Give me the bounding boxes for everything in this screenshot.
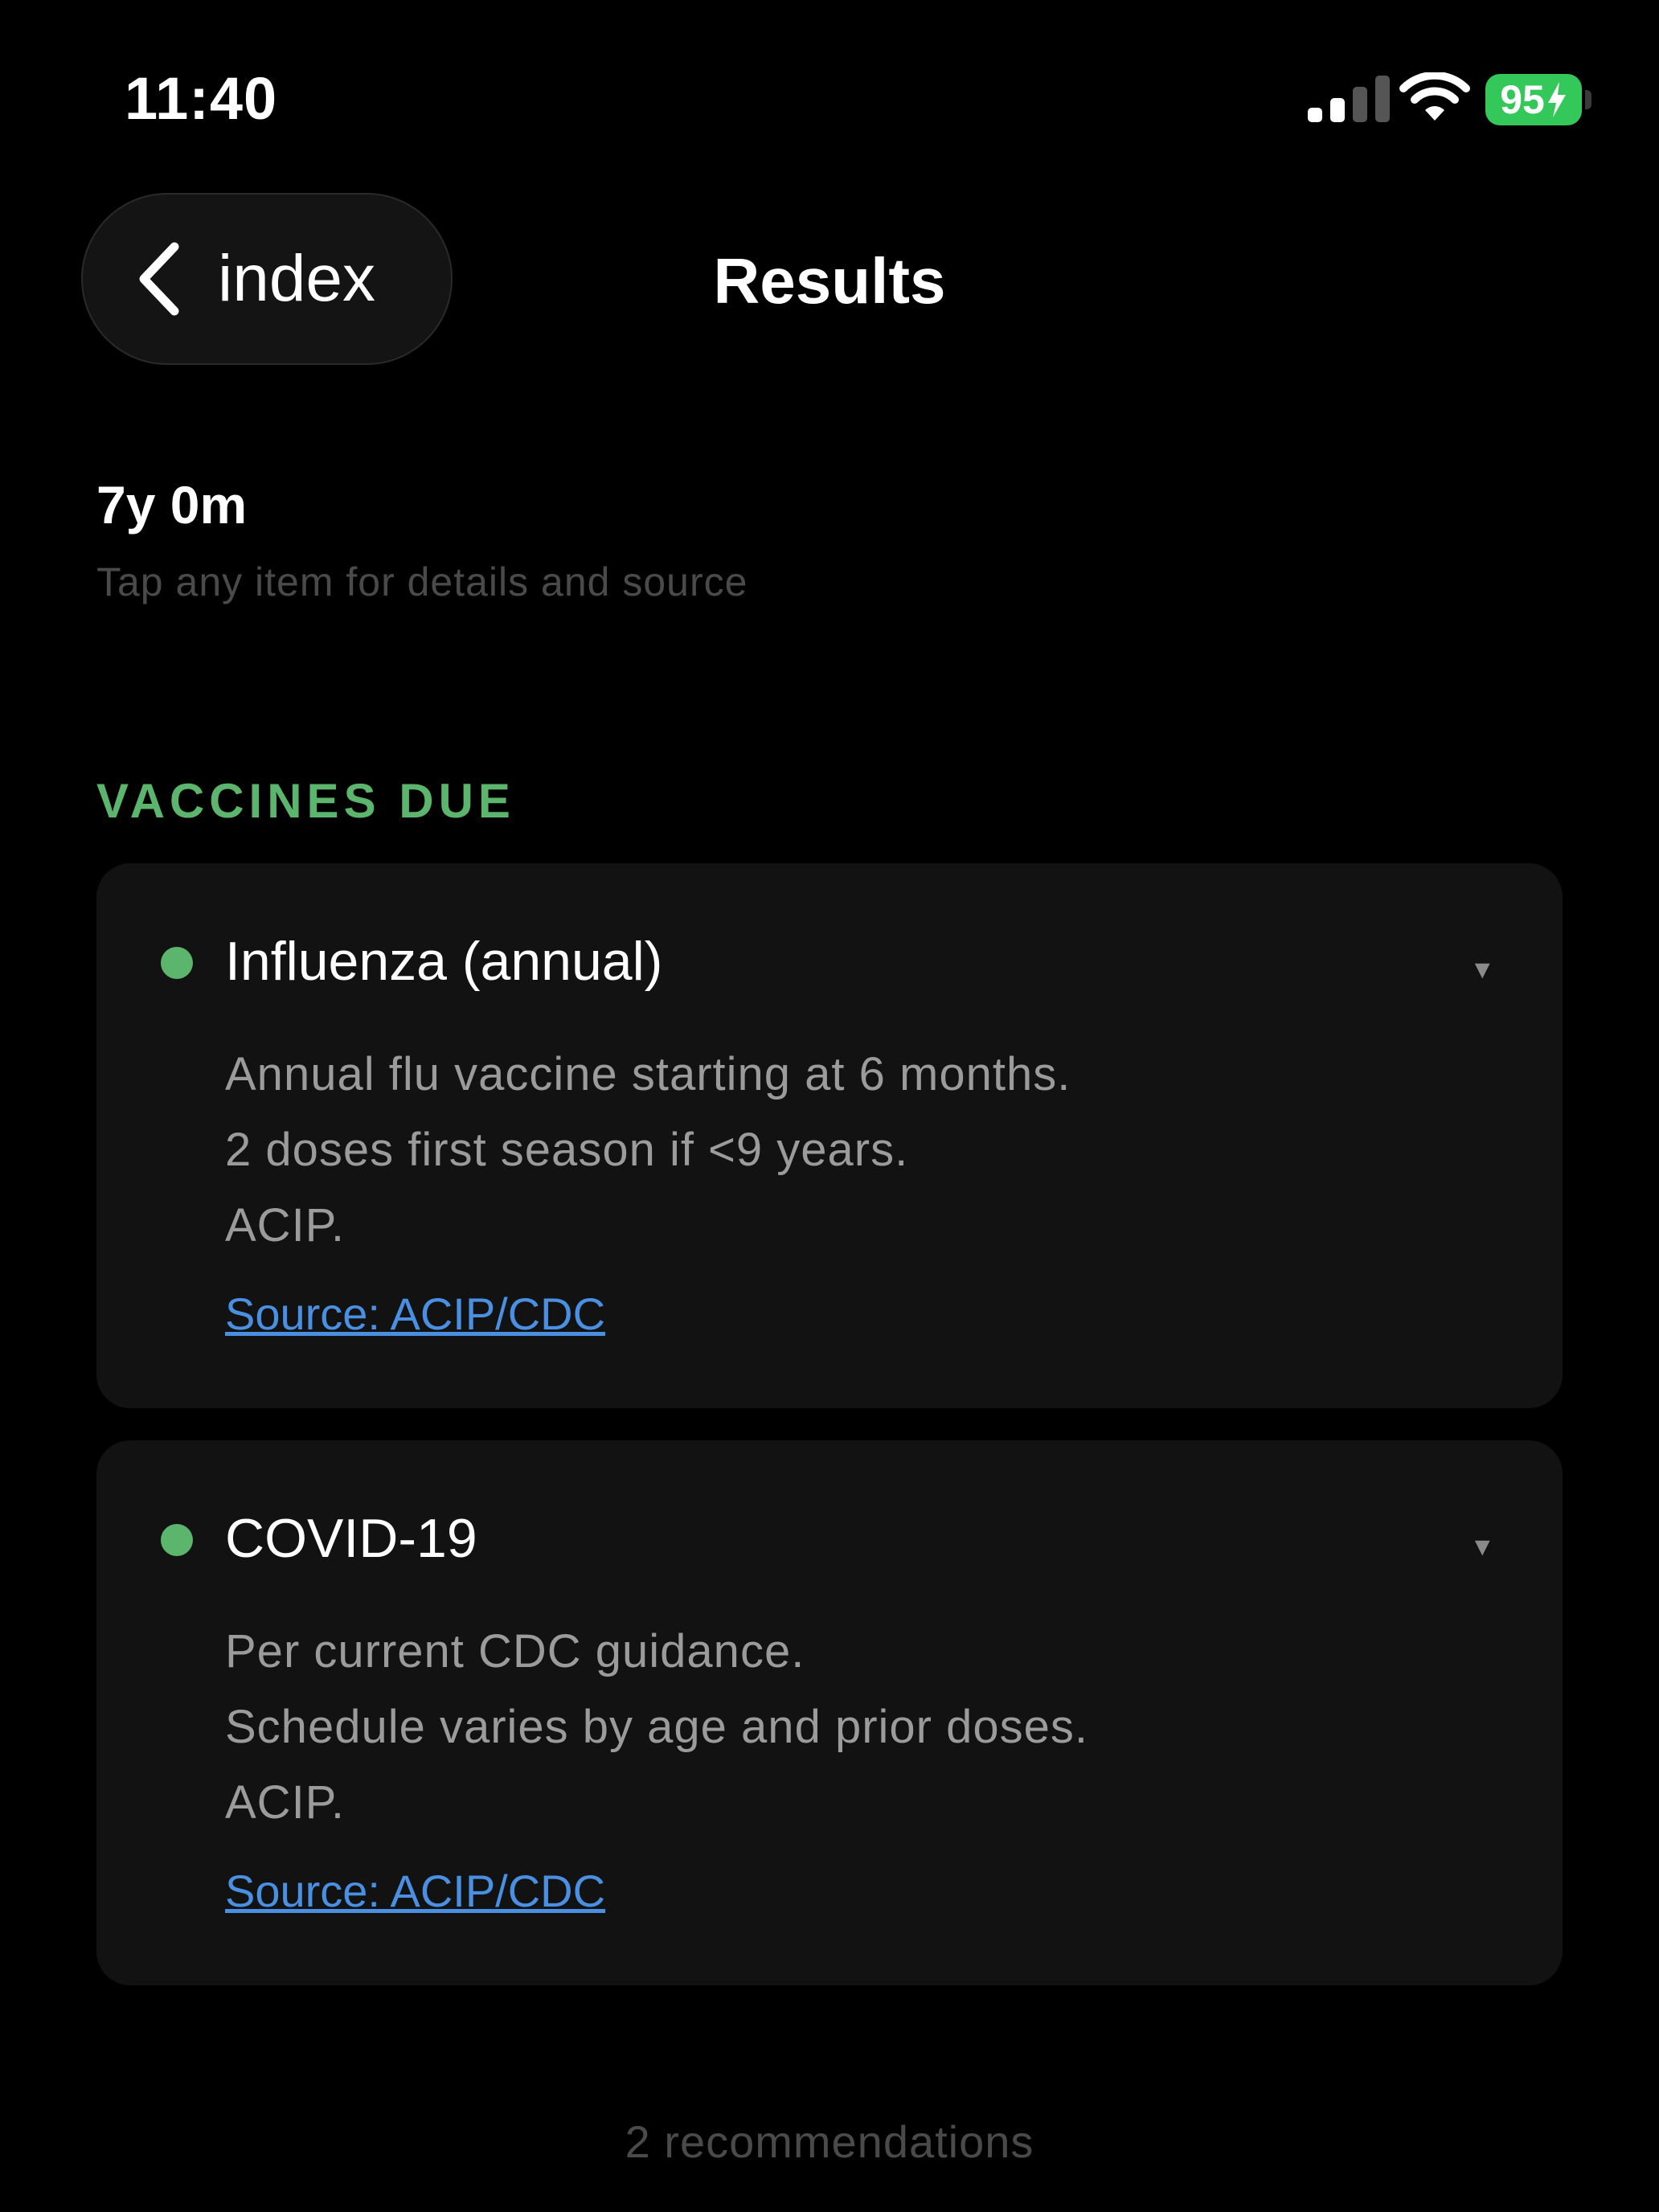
card-line: 2 doses first season if <9 years. (225, 1124, 909, 1176)
status-dot (161, 1524, 193, 1556)
battery-nub (1585, 90, 1591, 109)
battery-level: 95 (1500, 77, 1545, 122)
status-time: 11:40 (125, 65, 278, 132)
vaccine-card-covid-19[interactable]: COVID-19 ▼ Per current CDC guidance. Sch… (96, 1440, 1563, 1985)
card-title: Influenza (annual) (225, 931, 663, 992)
status-dot (161, 947, 193, 979)
chevron-down-icon[interactable]: ▼ (1469, 1532, 1495, 1562)
card-line: ACIP. (225, 1776, 346, 1829)
card-body: Annual flu vaccine starting at 6 months.… (225, 1037, 1479, 1264)
source-link[interactable]: Source: ACIP/CDC (225, 1286, 605, 1342)
card-line: ACIP. (225, 1199, 346, 1251)
card-body: Per current CDC guidance. Schedule varie… (225, 1614, 1479, 1841)
signal-icon (1308, 76, 1390, 122)
section-title-vaccines-due: VACCINES DUE (96, 774, 515, 828)
source-link[interactable]: Source: ACIP/CDC (225, 1863, 605, 1919)
page-title: Results (713, 245, 946, 317)
age-display: 7y 0m (96, 475, 248, 535)
card-line: Schedule varies by age and prior doses. (225, 1701, 1088, 1753)
card-title: COVID-19 (225, 1508, 477, 1569)
wifi-icon (1399, 72, 1470, 121)
hint-text: Tap any item for details and source (96, 559, 748, 604)
bolt-icon (1547, 82, 1566, 117)
status-bar: 11:40 95 (0, 0, 1659, 177)
battery-charging-icon: 95 (1485, 74, 1582, 125)
card-line: Annual flu vaccine starting at 6 months. (225, 1048, 1071, 1100)
vaccine-card-influenza[interactable]: Influenza (annual) ▼ Annual flu vaccine … (96, 863, 1563, 1408)
chevron-down-icon[interactable]: ▼ (1469, 955, 1495, 985)
card-line: Per current CDC guidance. (225, 1625, 805, 1677)
recommendation-count: 2 recommendations (625, 2116, 1034, 2167)
